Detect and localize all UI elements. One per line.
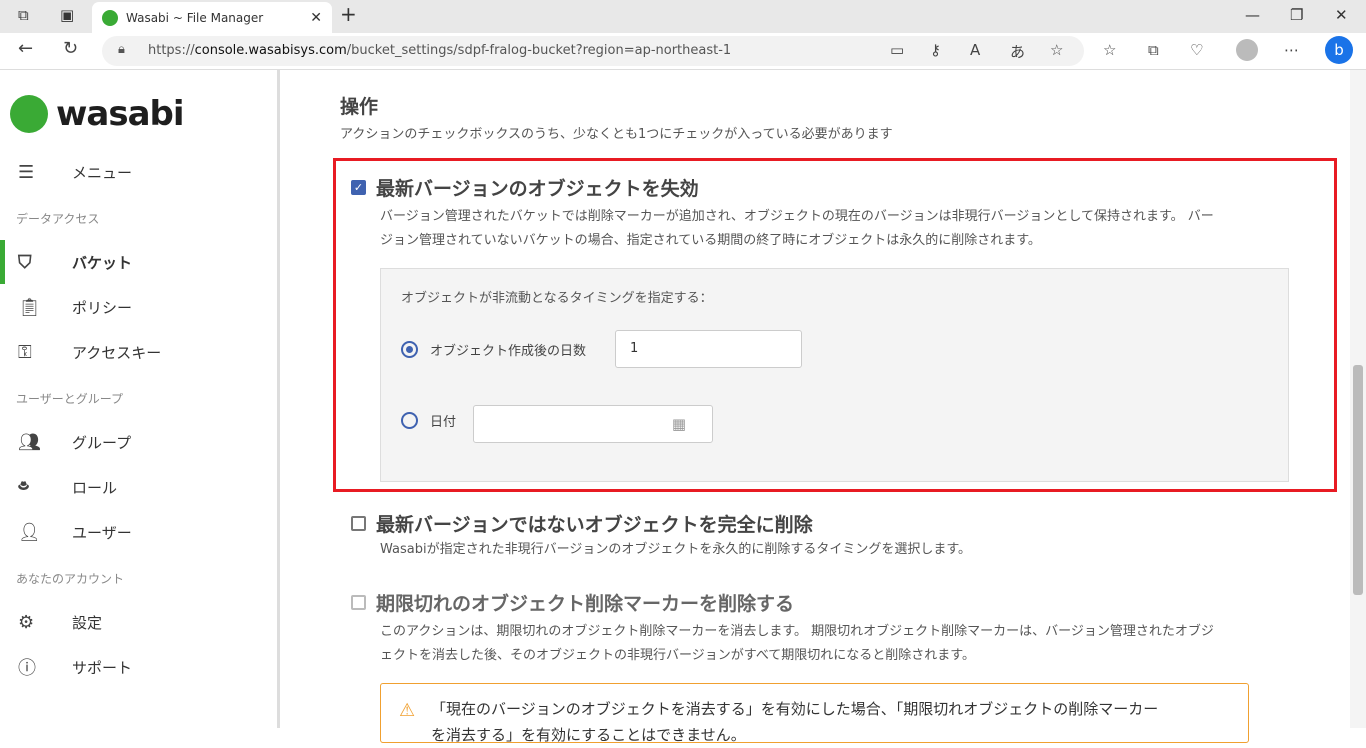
browser-tab-bar: ⧉ ▣ Wasabi ~ File Manager ✕ + — ❐ ✕ bbox=[0, 0, 1366, 33]
app-available-icon[interactable]: ▭ bbox=[890, 41, 904, 59]
checkbox-icon[interactable] bbox=[351, 516, 366, 531]
radio-days-after-creation[interactable]: オブジェクト作成後の日数 bbox=[401, 340, 586, 359]
radio-selected-icon[interactable] bbox=[401, 341, 418, 358]
calendar-icon[interactable]: ▦ bbox=[672, 415, 686, 433]
back-icon[interactable]: ← bbox=[18, 38, 33, 59]
radio-unselected-icon[interactable] bbox=[401, 412, 418, 429]
maximize-icon[interactable]: ❐ bbox=[1290, 6, 1303, 24]
timing-panel: オブジェクトが非流動となるタイミングを指定する： オブジェクト作成後の日数 1 … bbox=[380, 268, 1289, 482]
sidebar-item-roles[interactable]: 🎩︎ ロール bbox=[0, 469, 277, 505]
scrollbar-thumb[interactable] bbox=[1353, 365, 1363, 595]
date-input[interactable]: ▦ bbox=[473, 405, 713, 443]
new-tab-icon[interactable]: + bbox=[340, 2, 357, 26]
read-aloud-icon[interactable]: A bbox=[970, 41, 980, 59]
gear-icon: ⚙ bbox=[18, 611, 35, 633]
hat-icon: 🎩︎ bbox=[18, 475, 30, 497]
sidebar-item-settings[interactable]: ⚙ 設定 bbox=[0, 604, 277, 640]
scrollbar[interactable] bbox=[1350, 70, 1366, 728]
favorites-icon[interactable]: ☆ bbox=[1103, 41, 1116, 59]
action3-desc: このアクションは、期限切れのオブジェクト削除マーカーを消去します。 期限切れオブ… bbox=[380, 624, 1214, 663]
bucket-icon: ⛉ bbox=[18, 251, 32, 273]
minimize-icon[interactable]: — bbox=[1245, 6, 1260, 24]
wasabi-logo[interactable]: wasabi bbox=[10, 94, 185, 134]
address-bar-row: ← ↻ 🔒︎ https://console.wasabisys.com/buc… bbox=[0, 33, 1366, 70]
checkbox-checked-icon[interactable]: ✓ bbox=[351, 180, 366, 195]
browser-tab[interactable]: Wasabi ~ File Manager ✕ bbox=[92, 2, 332, 33]
sidebar-item-support[interactable]: ⓘ サポート bbox=[0, 649, 277, 685]
refresh-icon[interactable]: ↻ bbox=[63, 38, 78, 59]
days-input[interactable]: 1 bbox=[615, 330, 802, 368]
group-icon: 👥︎ bbox=[18, 431, 41, 453]
main-content: 操作 アクションのチェックボックスのうち、少なくとも1つにチェックが入っている必… bbox=[283, 70, 1350, 744]
extensions-icon[interactable]: ♡ bbox=[1190, 41, 1203, 59]
close-tab-icon[interactable]: ✕ bbox=[310, 10, 322, 26]
collections-icon[interactable]: ⧉ bbox=[1148, 41, 1159, 59]
section-title: 操作 bbox=[340, 96, 379, 118]
menu-toggle[interactable]: ☰ メニュー bbox=[0, 154, 277, 190]
lock-icon[interactable]: 🔒︎ bbox=[118, 42, 125, 57]
profile-avatar[interactable] bbox=[1236, 39, 1258, 61]
sidebar-item-bucket[interactable]: ⛉ バケット bbox=[0, 240, 277, 284]
favorite-star-icon[interactable]: ☆ bbox=[1050, 41, 1063, 59]
action-expire-current[interactable]: ✓ 最新バージョンのオブジェクトを失効 bbox=[351, 174, 699, 201]
sidebar: wasabi ☰ メニュー データアクセス ⛉ バケット 📋︎ ポリシー ⚿ アクセスキ… bbox=[0, 70, 280, 728]
action-delete-expired-markers[interactable]: 期限切れのオブジェクト削除マーカーを削除する bbox=[351, 589, 794, 616]
warning-icon: ⚠ bbox=[399, 700, 416, 721]
key-icon: ⚿ bbox=[18, 341, 32, 363]
translate-icon[interactable]: あ bbox=[1010, 41, 1025, 62]
sidebar-item-groups[interactable]: 👥︎ グループ bbox=[0, 424, 277, 460]
more-icon[interactable]: ⋯ bbox=[1284, 41, 1299, 59]
clipboard-icon: 📋︎ bbox=[18, 296, 41, 318]
action-delete-noncurrent[interactable]: 最新バージョンではないオブジェクトを完全に削除 bbox=[351, 510, 813, 537]
workspaces-icon[interactable]: ⧉ bbox=[18, 6, 29, 24]
close-window-icon[interactable]: ✕ bbox=[1335, 6, 1348, 24]
checkbox-disabled-icon[interactable] bbox=[351, 595, 366, 610]
section-label: データアクセス bbox=[16, 212, 100, 226]
timing-label: オブジェクトが非流動となるタイミングを指定する： bbox=[401, 291, 713, 306]
sidebar-item-policy[interactable]: 📋︎ ポリシー bbox=[0, 289, 277, 325]
bing-icon[interactable]: b bbox=[1325, 36, 1353, 64]
tab-title: Wasabi ~ File Manager bbox=[126, 10, 264, 25]
section-subtitle: アクションのチェックボックスのうち、少なくとも1つにチェックが入っている必要があ… bbox=[340, 127, 893, 142]
warning-box: ⚠ 「現在のバージョンのオブジェクトを消去する」を有効にした場合、「期限切れオブジ… bbox=[380, 683, 1249, 744]
hamburger-icon: ☰ bbox=[18, 161, 35, 183]
help-icon: ⓘ bbox=[18, 658, 36, 679]
action1-desc: バージョン管理されたバケットでは削除マーカーが追加され、オブジェクトの現在のバー… bbox=[380, 209, 1214, 248]
sidebar-item-users[interactable]: 👤︎ ユーザー bbox=[0, 514, 277, 550]
sidebar-item-access-keys[interactable]: ⚿ アクセスキー bbox=[0, 334, 277, 370]
radio-date[interactable]: 日付 bbox=[401, 411, 456, 430]
users-icon: 👤︎ bbox=[18, 521, 41, 543]
key-icon[interactable]: ⚷ bbox=[930, 41, 941, 59]
wasabi-favicon-icon bbox=[102, 9, 118, 26]
action2-desc: Wasabiが指定された非現行バージョンのオブジェクトを永久的に削除するタイミン… bbox=[380, 542, 972, 557]
section-label: あなたのアカウント bbox=[16, 572, 125, 586]
section-label: ユーザーとグループ bbox=[16, 392, 124, 406]
tab-actions-icon[interactable]: ▣ bbox=[60, 6, 74, 24]
